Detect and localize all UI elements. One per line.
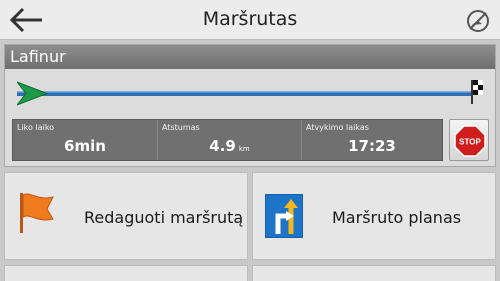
route-summary-panel: Lafinur Liko laiko 6min Atstumas 4.9 km A… [4, 44, 496, 167]
edit-route-button[interactable]: Redaguoti maršrutą [4, 172, 248, 260]
route-destination-name: Lafinur [10, 47, 66, 66]
no-gps-icon [467, 10, 489, 32]
page-title: Maršrutas [202, 8, 298, 30]
route-progress-track [17, 80, 483, 106]
remaining-time-value: 6min [64, 137, 106, 155]
finish-flag-icon [471, 80, 483, 104]
route-plan-button[interactable]: Maršruto planas [252, 172, 496, 260]
menu-tile-4[interactable] [252, 265, 496, 281]
remaining-time-cell: Liko laiko 6min [13, 120, 158, 160]
arrival-time-label: Atvykimo laikas [306, 123, 369, 132]
route-name-bar: Lafinur [5, 45, 495, 69]
distance-value: 4.9 km [209, 137, 250, 155]
trip-info-box: Liko laiko 6min Atstumas 4.9 km Atvykimo … [12, 119, 443, 161]
distance-cell: Atstumas 4.9 km [158, 120, 302, 160]
edit-route-label: Redaguoti maršrutą [84, 208, 244, 227]
route-plan-icon [265, 194, 303, 238]
arrival-time-value: 17:23 [348, 137, 396, 155]
no-gps-button[interactable] [466, 9, 490, 33]
top-bar: Maršrutas [0, 0, 500, 40]
arrival-time-cell: Atvykimo laikas 17:23 [302, 120, 442, 160]
menu-tile-3[interactable] [4, 265, 248, 281]
flag-icon [20, 193, 54, 233]
stop-route-button[interactable]: STOP [449, 119, 489, 161]
route-plan-label: Maršruto planas [332, 208, 462, 227]
remaining-time-label: Liko laiko [17, 123, 55, 132]
stop-sign-icon: STOP [454, 125, 486, 157]
svg-text:STOP: STOP [459, 138, 481, 147]
distance-unit: km [238, 145, 250, 153]
distance-label: Atstumas [162, 123, 200, 132]
